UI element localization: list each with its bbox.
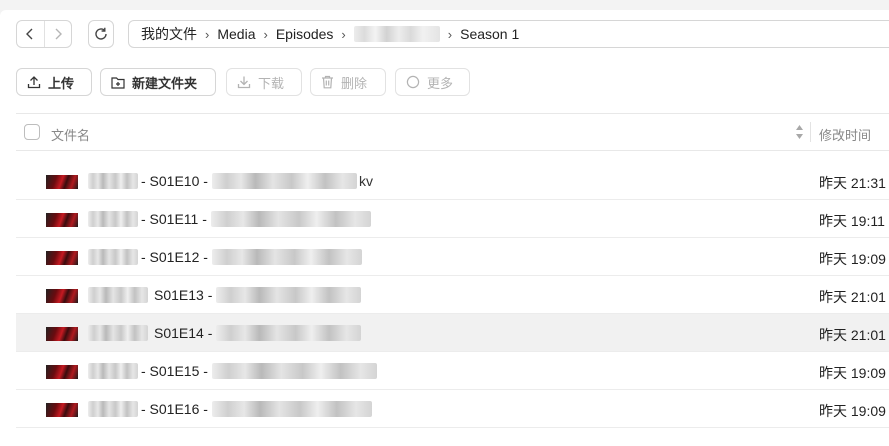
modified-time: 昨天 21:31 bbox=[819, 175, 886, 191]
breadcrumb-item-redacted[interactable] bbox=[353, 26, 440, 42]
breadcrumb-item-season[interactable]: Season 1 bbox=[460, 26, 519, 42]
upload-label: 上传 bbox=[48, 75, 75, 91]
redacted-text bbox=[216, 325, 362, 341]
video-thumbnail bbox=[46, 213, 78, 227]
file-row[interactable]: S01E13 - 昨天 21:01 bbox=[16, 276, 889, 314]
more-label: 更多 bbox=[427, 75, 454, 91]
delete-label: 删除 bbox=[341, 75, 368, 91]
redacted-text bbox=[211, 401, 372, 417]
redacted-text bbox=[88, 363, 138, 379]
video-thumbnail bbox=[46, 365, 78, 379]
redacted-text bbox=[88, 401, 138, 417]
file-name: - S01E12 - bbox=[88, 249, 362, 265]
modified-time: 昨天 21:01 bbox=[819, 327, 886, 343]
file-name: S01E13 - bbox=[88, 287, 362, 303]
redacted-text bbox=[210, 211, 371, 227]
breadcrumb-separator: › bbox=[341, 26, 346, 42]
redacted-text bbox=[216, 287, 362, 303]
file-extension: kv bbox=[358, 173, 373, 189]
modified-time: 昨天 19:09 bbox=[819, 365, 886, 381]
modified-time: 昨天 19:09 bbox=[819, 251, 886, 267]
file-table-header: 文件名 修改时间 bbox=[16, 113, 889, 151]
upload-button[interactable]: 上传 bbox=[16, 68, 92, 96]
redacted-text bbox=[88, 287, 148, 303]
modified-time: 昨天 19:09 bbox=[819, 403, 886, 419]
redacted-text bbox=[211, 363, 377, 379]
file-name: S01E14 - bbox=[88, 325, 362, 341]
breadcrumb-item-episodes[interactable]: Episodes bbox=[276, 26, 334, 42]
file-name: - S01E10 - kv bbox=[88, 173, 373, 189]
new-folder-icon bbox=[111, 76, 125, 89]
new-folder-button[interactable]: 新建文件夹 bbox=[100, 68, 216, 96]
delete-button[interactable]: 删除 bbox=[310, 68, 386, 96]
more-button[interactable]: 更多 bbox=[395, 68, 470, 96]
breadcrumb-item-media[interactable]: Media bbox=[217, 26, 255, 42]
redacted-text bbox=[88, 325, 148, 341]
redacted-text bbox=[88, 173, 138, 189]
file-row[interactable]: - S01E12 - 昨天 19:09 bbox=[16, 238, 889, 276]
column-divider[interactable] bbox=[810, 122, 811, 142]
download-label: 下载 bbox=[258, 75, 285, 91]
select-all-checkbox[interactable] bbox=[24, 124, 40, 140]
episode-code: S01E13 - bbox=[154, 287, 213, 303]
column-header-name[interactable]: 文件名 bbox=[51, 125, 90, 144]
file-name: - S01E16 - bbox=[88, 401, 372, 417]
video-thumbnail bbox=[46, 289, 78, 303]
video-thumbnail bbox=[46, 175, 78, 189]
file-row[interactable]: - S01E16 - 昨天 19:09 bbox=[16, 390, 889, 428]
file-row[interactable]: - S01E10 - kv 昨天 21:31 bbox=[16, 162, 889, 200]
download-icon bbox=[237, 76, 251, 89]
redacted-text bbox=[88, 249, 138, 265]
episode-code: - S01E12 - bbox=[141, 249, 208, 265]
refresh-icon bbox=[95, 27, 107, 40]
redacted-text bbox=[88, 211, 138, 227]
upload-icon bbox=[27, 76, 41, 89]
trash-icon bbox=[322, 75, 333, 89]
refresh-button[interactable] bbox=[88, 20, 114, 48]
modified-time: 昨天 21:01 bbox=[819, 289, 886, 305]
video-thumbnail bbox=[46, 251, 78, 265]
more-icon bbox=[406, 75, 420, 89]
episode-code: - S01E10 - bbox=[141, 173, 208, 189]
chevron-left-icon bbox=[26, 28, 33, 40]
file-row[interactable]: - S01E11 - 昨天 19:11 bbox=[16, 200, 889, 238]
modified-time: 昨天 19:11 bbox=[819, 213, 885, 229]
sort-icon[interactable] bbox=[795, 123, 804, 141]
breadcrumb-separator: › bbox=[447, 26, 453, 42]
video-thumbnail bbox=[46, 403, 78, 417]
redacted-text bbox=[211, 249, 362, 265]
file-row[interactable]: S01E14 - 昨天 21:01 bbox=[16, 314, 889, 352]
file-name: - S01E11 - bbox=[88, 211, 371, 227]
episode-code: - S01E16 - bbox=[141, 401, 208, 417]
file-name: - S01E15 - bbox=[88, 363, 377, 379]
new-folder-label: 新建文件夹 bbox=[132, 75, 198, 91]
chevron-right-icon bbox=[55, 28, 62, 40]
breadcrumb-separator: › bbox=[205, 26, 210, 42]
episode-code: S01E14 - bbox=[154, 325, 213, 341]
episode-code: - S01E15 - bbox=[141, 363, 208, 379]
video-thumbnail bbox=[46, 327, 78, 341]
breadcrumb-item-my-files[interactable]: 我的文件 bbox=[141, 24, 197, 44]
breadcrumb: 我的文件 › Media › Episodes › › Season 1 bbox=[128, 20, 889, 48]
forward-button[interactable] bbox=[43, 21, 72, 47]
download-button[interactable]: 下载 bbox=[226, 68, 302, 96]
column-header-modified[interactable]: 修改时间 bbox=[819, 125, 871, 144]
history-nav-group bbox=[16, 20, 72, 48]
file-row[interactable]: - S01E15 - 昨天 19:09 bbox=[16, 352, 889, 390]
breadcrumb-separator: › bbox=[263, 26, 268, 42]
episode-code: - S01E11 - bbox=[141, 211, 207, 227]
back-button[interactable] bbox=[17, 21, 44, 47]
redacted-text bbox=[211, 173, 357, 189]
